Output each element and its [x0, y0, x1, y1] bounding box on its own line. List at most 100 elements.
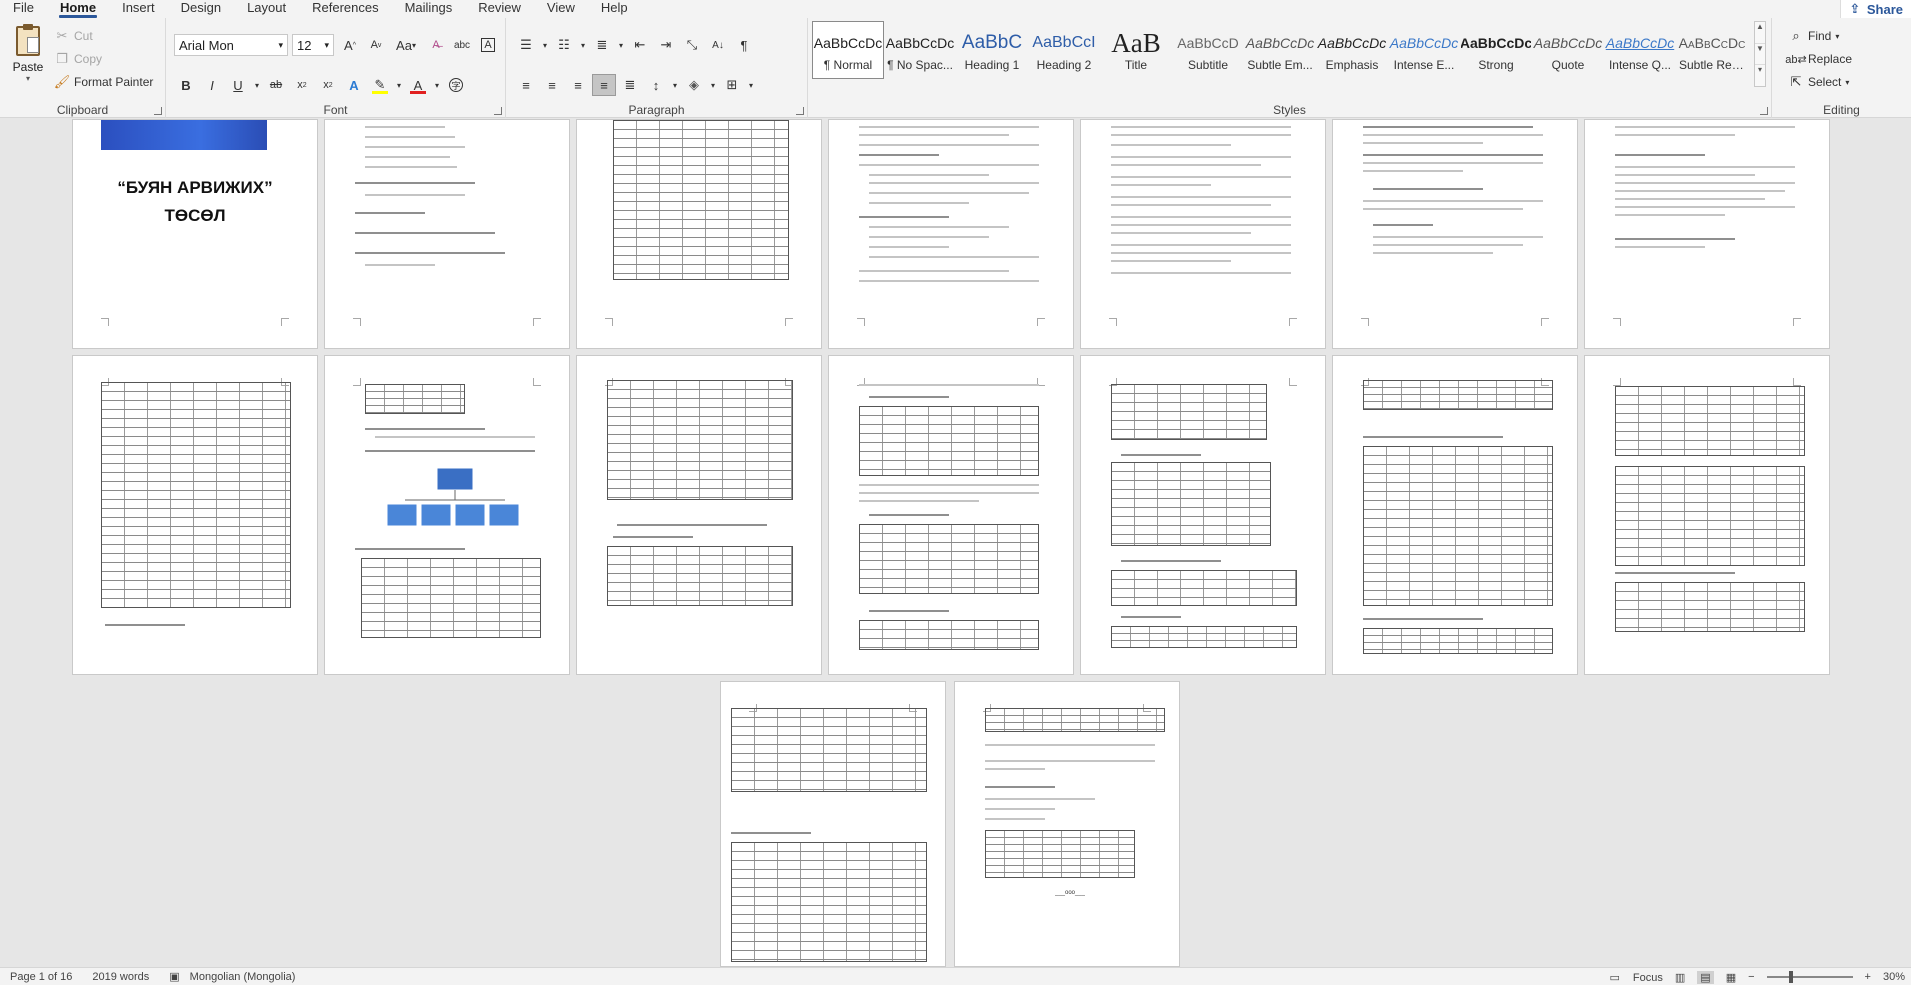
- character-border-icon[interactable]: A: [476, 34, 500, 56]
- find-button[interactable]: ⌕ Find ▾: [1788, 28, 1839, 44]
- page-4[interactable]: [828, 119, 1074, 349]
- chevron-down-icon[interactable]: ▾: [540, 34, 550, 56]
- chevron-down-icon[interactable]: ▾: [578, 34, 588, 56]
- sort-icon[interactable]: A↓: [706, 34, 730, 56]
- style-normal[interactable]: AaBbCcDc ¶ Normal: [812, 21, 884, 79]
- enclose-characters-icon[interactable]: 字: [444, 74, 468, 96]
- superscript-icon[interactable]: x2: [316, 74, 340, 96]
- tab-help[interactable]: Help: [588, 0, 641, 18]
- tab-review[interactable]: Review: [465, 0, 534, 18]
- font-launcher-icon[interactable]: [494, 107, 502, 115]
- cut-button[interactable]: ✂ Cut: [54, 28, 93, 44]
- bullets-icon[interactable]: ☰: [514, 34, 538, 56]
- page-6[interactable]: [1332, 119, 1578, 349]
- font-size-combo[interactable]: 12 ▾: [292, 34, 334, 56]
- format-painter-button[interactable]: 🖌 Format Painter: [54, 74, 154, 90]
- chevron-down-icon[interactable]: ▾: [746, 74, 756, 96]
- page-15[interactable]: [720, 681, 946, 967]
- style-title[interactable]: AaB Title: [1100, 21, 1172, 79]
- clipboard-launcher-icon[interactable]: [154, 107, 162, 115]
- read-mode-icon[interactable]: ▥: [1675, 971, 1685, 984]
- chevron-up-icon[interactable]: ▲: [1755, 22, 1765, 44]
- word-count[interactable]: 2019 words: [92, 971, 149, 983]
- page-13[interactable]: [1332, 355, 1578, 675]
- style-intense-quote[interactable]: AaBbCcDc Intense Q...: [1604, 21, 1676, 79]
- style-heading-2[interactable]: AaBbCcI Heading 2: [1028, 21, 1100, 79]
- document-area[interactable]: “БУЯН АРВИЖИХ” ТӨСӨЛ ___ооо___: [0, 119, 1911, 967]
- underline-icon[interactable]: U: [226, 74, 250, 96]
- tab-design[interactable]: Design: [168, 0, 234, 18]
- italic-icon[interactable]: I: [200, 74, 224, 96]
- page-5[interactable]: [1080, 119, 1326, 349]
- tab-view[interactable]: View: [534, 0, 588, 18]
- page-2[interactable]: [324, 119, 570, 349]
- zoom-out-icon[interactable]: −: [1748, 971, 1754, 983]
- asian-layout-icon[interactable]: ⤡: [680, 34, 704, 56]
- chevron-down-icon[interactable]: ▾: [252, 74, 262, 96]
- clear-formatting-icon[interactable]: A̶: [424, 34, 448, 56]
- chevron-down-icon[interactable]: ▾: [432, 74, 442, 96]
- subscript-icon[interactable]: x2: [290, 74, 314, 96]
- style-quote[interactable]: AaBbCcDc Quote: [1532, 21, 1604, 79]
- chevron-down-icon[interactable]: ▾: [670, 74, 680, 96]
- page-12[interactable]: [1080, 355, 1326, 675]
- highlight-icon[interactable]: ✎: [368, 74, 392, 96]
- page-16[interactable]: ___ооо___: [954, 681, 1180, 967]
- page-9[interactable]: [324, 355, 570, 675]
- style-emphasis[interactable]: AaBbCcDc Emphasis: [1316, 21, 1388, 79]
- increase-indent-icon[interactable]: ⇥: [654, 34, 678, 56]
- change-case-button[interactable]: Aa ▾: [390, 34, 422, 56]
- numbering-icon[interactable]: ☷: [552, 34, 576, 56]
- replace-button[interactable]: ab⇄ Replace: [1785, 51, 1852, 67]
- shrink-font-icon[interactable]: Av: [364, 34, 388, 56]
- paste-button[interactable]: Paste ▾: [8, 24, 48, 90]
- style-strong[interactable]: AaBbCcDc Strong: [1460, 21, 1532, 79]
- styles-launcher-icon[interactable]: [1760, 107, 1768, 115]
- font-name-combo[interactable]: Arial Mon ▾: [174, 34, 288, 56]
- share-button[interactable]: ⇪ Share: [1839, 0, 1911, 18]
- chevron-down-icon[interactable]: ▾: [616, 34, 626, 56]
- chevron-down-icon[interactable]: ▼: [1755, 44, 1765, 66]
- style-subtle-reference[interactable]: AaBbCcDc Subtle Ref...: [1676, 21, 1748, 79]
- zoom-level[interactable]: 30%: [1883, 971, 1905, 983]
- zoom-in-icon[interactable]: +: [1865, 971, 1871, 983]
- shading-icon[interactable]: ◈: [682, 74, 706, 96]
- page-count[interactable]: Page 1 of 16: [10, 971, 72, 983]
- page-1[interactable]: “БУЯН АРВИЖИХ” ТӨСӨЛ: [72, 119, 318, 349]
- decrease-indent-icon[interactable]: ⇤: [628, 34, 652, 56]
- tab-home[interactable]: Home: [47, 0, 109, 18]
- proofing-icon[interactable]: ▣: [169, 970, 179, 983]
- distributed-icon[interactable]: ≣: [618, 74, 642, 96]
- page-11[interactable]: [828, 355, 1074, 675]
- multilevel-list-icon[interactable]: ≣: [590, 34, 614, 56]
- style-no-spacing[interactable]: AaBbCcDc ¶ No Spac...: [884, 21, 956, 79]
- font-color-icon[interactable]: A: [406, 74, 430, 96]
- style-subtitle[interactable]: AaBbCcD Subtitle: [1172, 21, 1244, 79]
- focus-button[interactable]: ▭ Focus: [1599, 971, 1662, 984]
- paragraph-launcher-icon[interactable]: [796, 107, 804, 115]
- tab-mailings[interactable]: Mailings: [392, 0, 466, 18]
- web-layout-icon[interactable]: ▦: [1726, 971, 1736, 984]
- bold-icon[interactable]: B: [174, 74, 198, 96]
- line-spacing-icon[interactable]: ↕: [644, 74, 668, 96]
- page-8[interactable]: [72, 355, 318, 675]
- phonetic-guide-icon[interactable]: abc: [450, 34, 474, 56]
- zoom-slider[interactable]: [1766, 971, 1853, 983]
- justify-icon[interactable]: ≡: [592, 74, 616, 96]
- page-3[interactable]: [576, 119, 822, 349]
- copy-button[interactable]: ❐ Copy: [54, 51, 102, 67]
- strikethrough-icon[interactable]: ab: [264, 74, 288, 96]
- grow-font-icon[interactable]: A ^: [338, 34, 362, 56]
- more-styles-icon[interactable]: ▾: [1755, 65, 1765, 86]
- style-intense-emphasis[interactable]: AaBbCcDc Intense E...: [1388, 21, 1460, 79]
- chevron-down-icon[interactable]: ▾: [708, 74, 718, 96]
- tab-insert[interactable]: Insert: [109, 0, 168, 18]
- align-left-icon[interactable]: ≡: [514, 74, 538, 96]
- align-center-icon[interactable]: ≡: [540, 74, 564, 96]
- text-effects-icon[interactable]: A: [342, 74, 366, 96]
- page-10[interactable]: [576, 355, 822, 675]
- tab-file[interactable]: File: [0, 0, 47, 18]
- styles-gallery-scroll[interactable]: ▲ ▼ ▾: [1754, 21, 1766, 87]
- chevron-down-icon[interactable]: ▾: [394, 74, 404, 96]
- language-status[interactable]: Mongolian (Mongolia): [190, 971, 296, 983]
